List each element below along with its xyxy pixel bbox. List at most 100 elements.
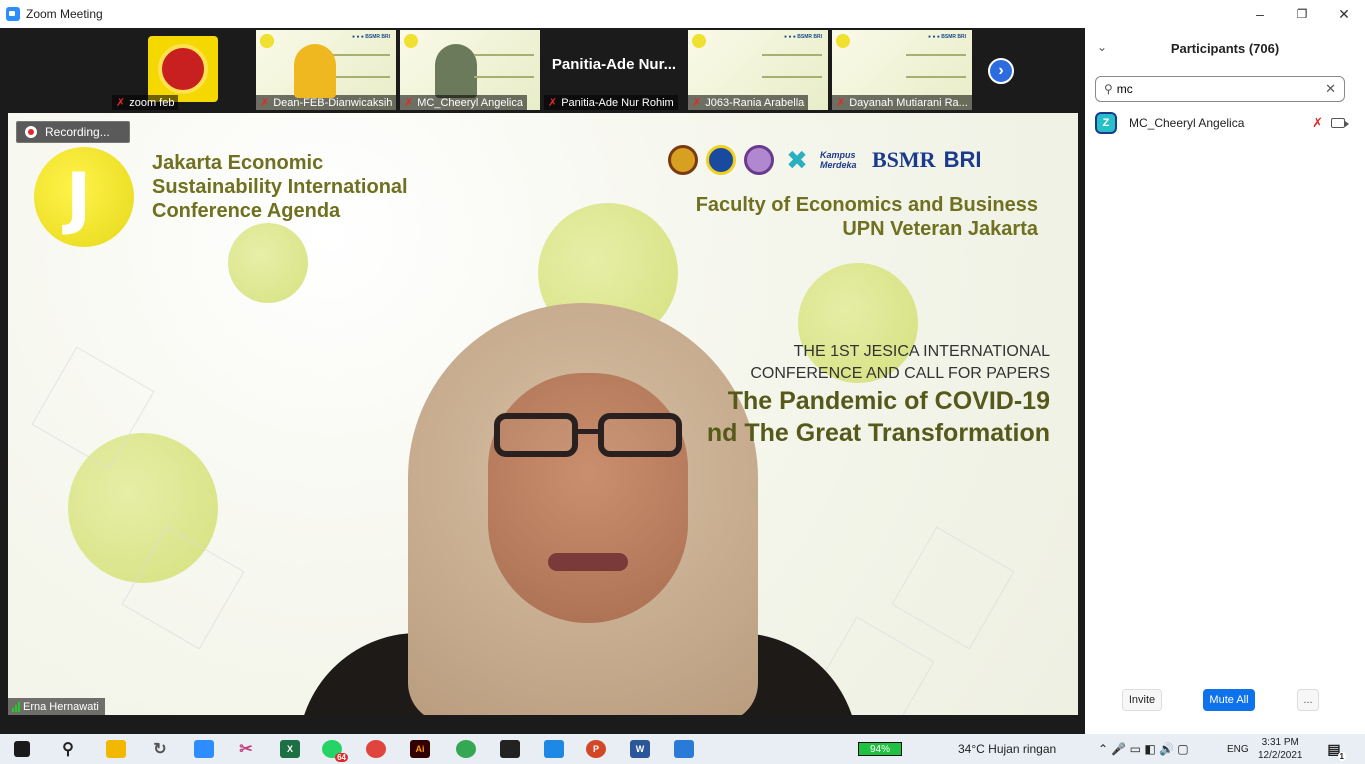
vivaldi-icon[interactable] — [366, 740, 386, 758]
mic-muted-icon[interactable]: ✗ — [1312, 115, 1323, 131]
conference-title-line: Conference Agenda — [152, 200, 341, 222]
maximize-button[interactable]: ❐ — [1281, 0, 1323, 28]
recording-icon — [25, 126, 37, 138]
jesica-subtitle: THE 1ST JESICA INTERNATIONAL — [793, 343, 1050, 360]
zoom-icon[interactable] — [194, 740, 214, 758]
sponsor-logos: ✖ Kampus Merdeka BSMR BRI — [668, 145, 981, 175]
recording-indicator[interactable]: Recording... — [16, 121, 130, 143]
thumbnail-name: J063-Rania Arabella — [705, 96, 805, 109]
meeting-area: ✗ zoom feb ● ● ● BSMR BRI ✗ Dean-FEB-Dianw… — [0, 28, 1085, 734]
refresh-app-icon[interactable]: ↻ — [150, 740, 170, 758]
excel-icon[interactable]: X — [280, 740, 300, 758]
video-thumbnail[interactable] — [256, 30, 396, 110]
speaker-glasses — [494, 413, 684, 457]
clock-time: 3:31 PM — [1261, 737, 1299, 748]
faculty-line: Faculty of Economics and Business — [695, 194, 1038, 216]
photos-icon[interactable] — [674, 740, 694, 758]
recording-label: Recording... — [45, 125, 110, 139]
kampus-merdeka-logo: Kampus Merdeka — [820, 150, 857, 170]
weather-widget[interactable]: 34°C Hujan ringan — [958, 742, 1056, 756]
thumbnail-name: Panitia-Ade Nur Rohim — [561, 96, 674, 109]
bsmr-logo: BSMR — [872, 147, 936, 172]
video-camera-icon[interactable] — [1331, 118, 1349, 128]
glasses-bridge — [576, 429, 600, 434]
close-button[interactable]: ✕ — [1323, 0, 1365, 28]
jesica-theme: nd The Great Transformation — [706, 419, 1050, 447]
faculty-logo — [744, 145, 774, 175]
video-thumbnail[interactable]: ● ● ● BSMR BRI ✗ Dayanah Mutiarani Ra... — [832, 30, 972, 110]
notification-count: 1 — [1337, 752, 1346, 761]
search-input[interactable] — [1116, 82, 1326, 96]
participant-name: MC_Cheeryl Angelica — [1129, 116, 1245, 130]
next-page-arrow-icon[interactable]: › — [988, 58, 1014, 84]
monitor-app-icon[interactable] — [544, 740, 564, 758]
thumbnail-name-tag: ✗ MC_Cheeryl Angelica — [400, 95, 527, 110]
faculty-title: Faculty of Economics and Business UPN Ve… — [696, 193, 1038, 241]
faculty-line: UPN Veteran Jakarta — [842, 218, 1038, 240]
thumbnail-name-tag: ✗ zoom feb — [112, 95, 179, 110]
clock[interactable]: 3:31 PM 12/2/2021 — [1258, 736, 1303, 762]
participant-search[interactable]: ⚲ ✕ — [1095, 76, 1345, 102]
mic-muted-icon: ✗ — [404, 97, 414, 109]
kampus-merdeka-icon: ✖ — [786, 145, 808, 175]
thumbnail-name-tag: ✗ Panitia-Ade Nur Rohim — [544, 95, 678, 110]
signal-strength-icon — [12, 701, 20, 712]
powerpoint-icon[interactable]: P — [586, 740, 606, 758]
thumbnail-name-tag: ✗ J063-Rania Arabella — [688, 95, 809, 110]
active-speaker-video: Recording... J Jakarta Economic Sustaina… — [8, 113, 1078, 715]
taskbar: ⚲ ↻ ✂ X 64 Ai P W 94% 34°C Hujan ringan … — [0, 734, 1365, 764]
glasses-lens — [494, 413, 578, 457]
thumbnail-strip: ✗ zoom feb ● ● ● BSMR BRI ✗ Dean-FEB-Dianw… — [0, 28, 1085, 111]
participants-panel: ⌄ Participants (706) ⚲ ✕ Z MC_Cheeryl An… — [1085, 28, 1365, 734]
window-title: Zoom Meeting — [26, 7, 103, 21]
participant-video — [293, 44, 336, 98]
chevron-down-icon[interactable]: ⌄ — [1097, 40, 1107, 54]
notification-icon[interactable]: ▤ 1 — [1324, 740, 1346, 761]
mute-all-button[interactable]: Mute All — [1203, 689, 1255, 711]
video-thumbnail[interactable]: ● ● ● BSMR BRI ✗ J063-Rania Arabella — [688, 30, 828, 110]
battery-indicator[interactable]: 94% — [858, 742, 902, 756]
participants-header: ⌄ Participants (706) — [1085, 28, 1365, 68]
participant-name-tile: Panitia-Ade Nur... — [551, 55, 677, 73]
minimize-button[interactable]: – — [1239, 0, 1281, 28]
speaker-face — [488, 373, 688, 623]
word-icon[interactable]: W — [630, 740, 650, 758]
more-options-button[interactable]: ... — [1297, 689, 1319, 711]
terminal-icon[interactable] — [500, 740, 520, 758]
chrome-icon[interactable] — [456, 740, 476, 758]
conference-title-line: Sustainability International — [152, 176, 408, 198]
decorative-hexagon — [891, 526, 1015, 650]
participant-row[interactable]: Z MC_Cheeryl Angelica ✗ — [1095, 112, 1349, 134]
bri-logo: BRI — [943, 147, 982, 172]
thumbnail-name-tag: ✗ Dayanah Mutiarani Ra... — [832, 95, 972, 110]
mini-logos: ● ● ● BSMR BRI — [784, 34, 822, 40]
avatar: Z — [1095, 112, 1117, 134]
video-thumbnail[interactable]: ✗ MC_Cheeryl Angelica — [400, 30, 540, 110]
mini-slide-text — [762, 54, 822, 78]
speaker-name: Erna Hernawati — [23, 700, 99, 713]
search-icon[interactable]: ⚲ — [58, 740, 78, 758]
language-indicator[interactable]: ENG — [1227, 744, 1249, 755]
video-thumbnail[interactable]: ✗ zoom feb — [112, 30, 252, 110]
file-explorer-icon[interactable] — [106, 740, 126, 758]
whatsapp-icon[interactable]: 64 — [322, 740, 348, 762]
clear-search-icon[interactable]: ✕ — [1325, 81, 1336, 97]
mic-muted-icon: ✗ — [692, 97, 702, 109]
tray-icons[interactable]: ⌃ 🎤 ▭ ◧ 🔊 ▢ — [1098, 742, 1189, 756]
mini-logos: ● ● ● BSMR BRI — [928, 34, 966, 40]
thumbnail-name: zoom feb — [129, 96, 175, 109]
university-logo — [148, 36, 218, 102]
thumbnail-name: MC_Cheeryl Angelica — [417, 96, 523, 109]
whatsapp-badge: 64 — [335, 753, 348, 762]
window-controls: – ❐ ✕ — [1239, 0, 1365, 28]
invite-button[interactable]: Invite — [1122, 689, 1162, 711]
snip-tool-icon[interactable]: ✂ — [236, 740, 256, 758]
mic-muted-icon: ✗ — [548, 97, 558, 109]
jesica-subtitle: CONFERENCE AND CALL FOR PAPERS — [750, 365, 1050, 382]
speaker-mouth — [548, 553, 628, 571]
illustrator-icon[interactable]: Ai — [410, 740, 430, 758]
mini-slide-text — [906, 54, 966, 78]
window-titlebar: Zoom Meeting – ❐ ✕ — [0, 0, 1365, 28]
video-thumbnail[interactable]: Panitia-Ade Nur... ✗ Panitia-Ade Nur Rohi… — [544, 30, 684, 110]
windows-start-icon[interactable] — [14, 741, 30, 757]
